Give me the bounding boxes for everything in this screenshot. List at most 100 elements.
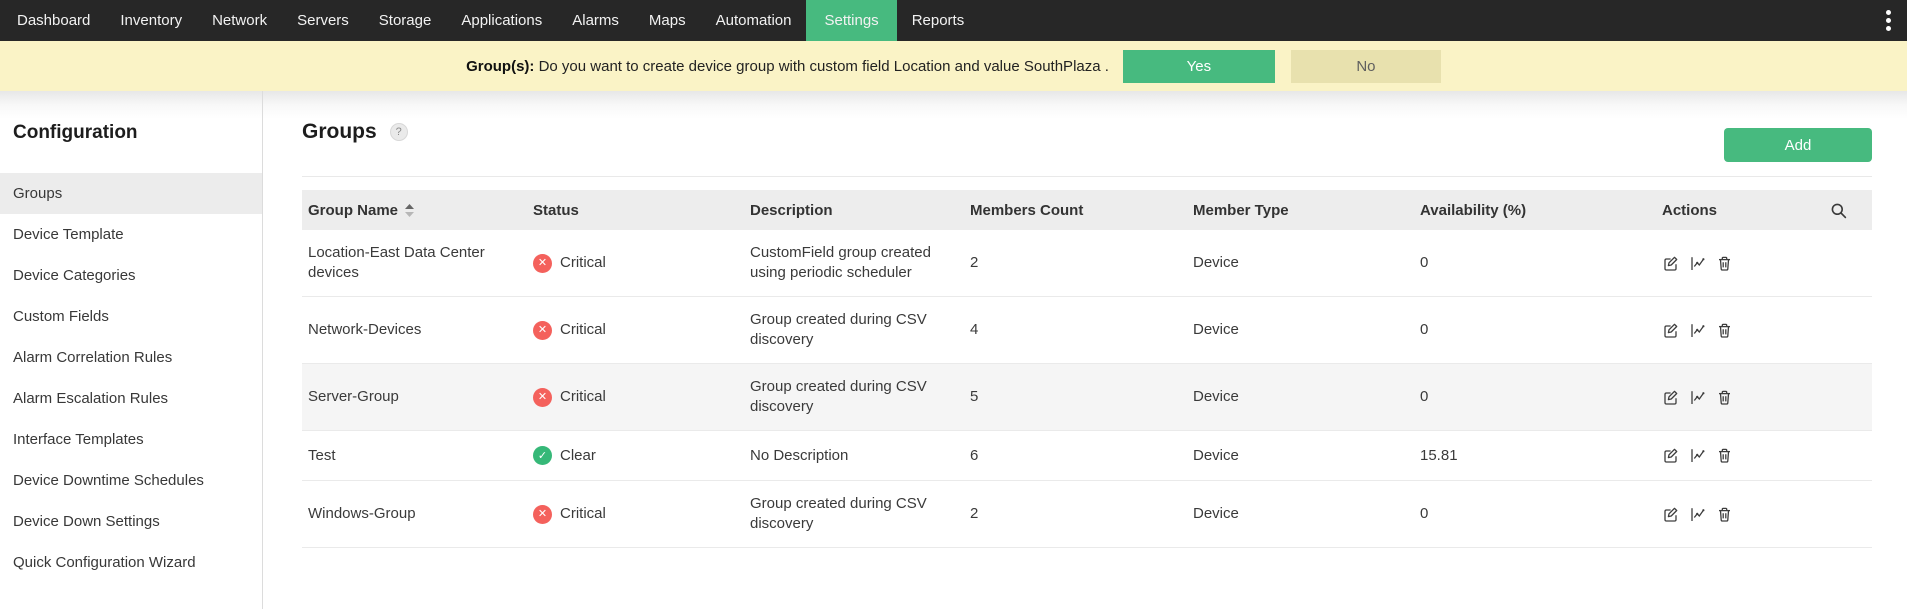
cell-description: Group created during CSV discovery [744,481,964,547]
performance-chart-icon[interactable] [1689,506,1706,523]
no-button[interactable]: No [1291,50,1441,83]
cell-status: ✕ Critical [527,297,744,363]
cell-actions [1624,481,1872,547]
delete-icon[interactable] [1716,322,1733,339]
column-header-description: Description [744,190,964,230]
delete-icon[interactable] [1716,447,1733,464]
overflow-menu-icon[interactable] [1886,0,1891,41]
nav-item-reports[interactable]: Reports [897,0,980,41]
nav-item-automation[interactable]: Automation [701,0,807,41]
cell-status: ✕ Critical [527,481,744,547]
cell-availability: 0 [1414,481,1624,547]
yes-button[interactable]: Yes [1123,50,1275,83]
top-nav: DashboardInventoryNetworkServersStorageA… [0,0,1907,41]
column-header-status: Status [527,190,744,230]
search-icon[interactable] [1830,202,1847,219]
cell-member-type: Device [1187,364,1414,430]
app-window: DashboardInventoryNetworkServersStorageA… [0,0,1907,609]
cell-status: ✕ Critical [527,230,744,296]
cell-actions [1624,431,1872,480]
table-row[interactable]: Windows-Group ✕ Critical Group created d… [302,481,1872,548]
clear-status-icon: ✓ [533,446,552,465]
cell-members-count: 4 [964,297,1187,363]
sidebar-title: Configuration [13,122,262,144]
performance-chart-icon[interactable] [1689,447,1706,464]
sidebar-item-custom-fields[interactable]: Custom Fields [0,296,262,337]
column-header-group-name[interactable]: Group Name [302,190,527,230]
notification-prefix: Group(s): [466,58,534,75]
cell-description: Group created during CSV discovery [744,297,964,363]
nav-item-applications[interactable]: Applications [446,0,557,41]
nav-item-maps[interactable]: Maps [634,0,701,41]
cell-members-count: 2 [964,481,1187,547]
sort-icon[interactable] [405,204,414,217]
performance-chart-icon[interactable] [1689,389,1706,406]
cell-actions [1624,297,1872,363]
sidebar-item-alarm-escalation-rules[interactable]: Alarm Escalation Rules [0,378,262,419]
cell-member-type: Device [1187,431,1414,480]
edit-icon[interactable] [1662,506,1679,523]
edit-icon[interactable] [1662,389,1679,406]
sidebar-item-device-categories[interactable]: Device Categories [0,255,262,296]
nav-item-settings[interactable]: Settings [806,0,896,41]
sidebar-item-quick-configuration-wizard[interactable]: Quick Configuration Wizard [0,542,262,583]
column-header-actions: Actions [1624,190,1872,230]
critical-status-icon: ✕ [533,254,552,273]
groups-table: Group Name Status Description Members Co… [302,190,1872,548]
cell-description: No Description [744,431,964,480]
cell-availability: 0 [1414,364,1624,430]
cell-group-name: Server-Group [302,364,527,430]
performance-chart-icon[interactable] [1689,255,1706,272]
main-panel: Groups ? Add Group Name Status [263,91,1907,609]
nav-item-alarms[interactable]: Alarms [557,0,634,41]
table-body: Location-East Data Center devices ✕ Crit… [302,230,1872,548]
edit-icon[interactable] [1662,447,1679,464]
nav-item-dashboard[interactable]: Dashboard [2,0,105,41]
notification-body: Do you want to create device group with … [539,58,1109,75]
cell-actions [1624,364,1872,430]
top-nav-items: DashboardInventoryNetworkServersStorageA… [2,0,979,41]
edit-icon[interactable] [1662,255,1679,272]
sidebar-menu: GroupsDevice TemplateDevice CategoriesCu… [0,173,262,583]
table-row[interactable]: Test ✓ Clear No Description 6 Device 15.… [302,431,1872,481]
table-header-row: Group Name Status Description Members Co… [302,190,1872,230]
sidebar-item-device-template[interactable]: Device Template [0,214,262,255]
cell-description: Group created during CSV discovery [744,364,964,430]
cell-members-count: 2 [964,230,1187,296]
critical-status-icon: ✕ [533,321,552,340]
edit-icon[interactable] [1662,322,1679,339]
sidebar-item-device-downtime-schedules[interactable]: Device Downtime Schedules [0,460,262,501]
sidebar-item-groups[interactable]: Groups [0,173,262,214]
sidebar: Configuration GroupsDevice TemplateDevic… [0,91,263,609]
delete-icon[interactable] [1716,506,1733,523]
sidebar-item-device-down-settings[interactable]: Device Down Settings [0,501,262,542]
delete-icon[interactable] [1716,389,1733,406]
column-header-members-count: Members Count [964,190,1187,230]
sidebar-item-alarm-correlation-rules[interactable]: Alarm Correlation Rules [0,337,262,378]
cell-member-type: Device [1187,481,1414,547]
nav-item-storage[interactable]: Storage [364,0,447,41]
delete-icon[interactable] [1716,255,1733,272]
nav-item-servers[interactable]: Servers [282,0,364,41]
table-row[interactable]: Network-Devices ✕ Critical Group created… [302,297,1872,364]
sidebar-item-interface-templates[interactable]: Interface Templates [0,419,262,460]
content-area: Configuration GroupsDevice TemplateDevic… [0,91,1907,609]
help-icon[interactable]: ? [390,123,408,141]
cell-availability: 0 [1414,297,1624,363]
notification-bar: Group(s): Do you want to create device g… [0,41,1907,91]
add-button[interactable]: Add [1724,128,1872,162]
nav-item-network[interactable]: Network [197,0,282,41]
page-title-wrap: Groups ? [302,115,408,149]
cell-status: ✕ Critical [527,364,744,430]
table-row[interactable]: Location-East Data Center devices ✕ Crit… [302,230,1872,297]
performance-chart-icon[interactable] [1689,322,1706,339]
cell-member-type: Device [1187,230,1414,296]
cell-availability: 0 [1414,230,1624,296]
cell-members-count: 6 [964,431,1187,480]
cell-members-count: 5 [964,364,1187,430]
nav-item-inventory[interactable]: Inventory [105,0,197,41]
critical-status-icon: ✕ [533,505,552,524]
cell-member-type: Device [1187,297,1414,363]
cell-group-name: Windows-Group [302,481,527,547]
table-row[interactable]: Server-Group ✕ Critical Group created du… [302,364,1872,431]
